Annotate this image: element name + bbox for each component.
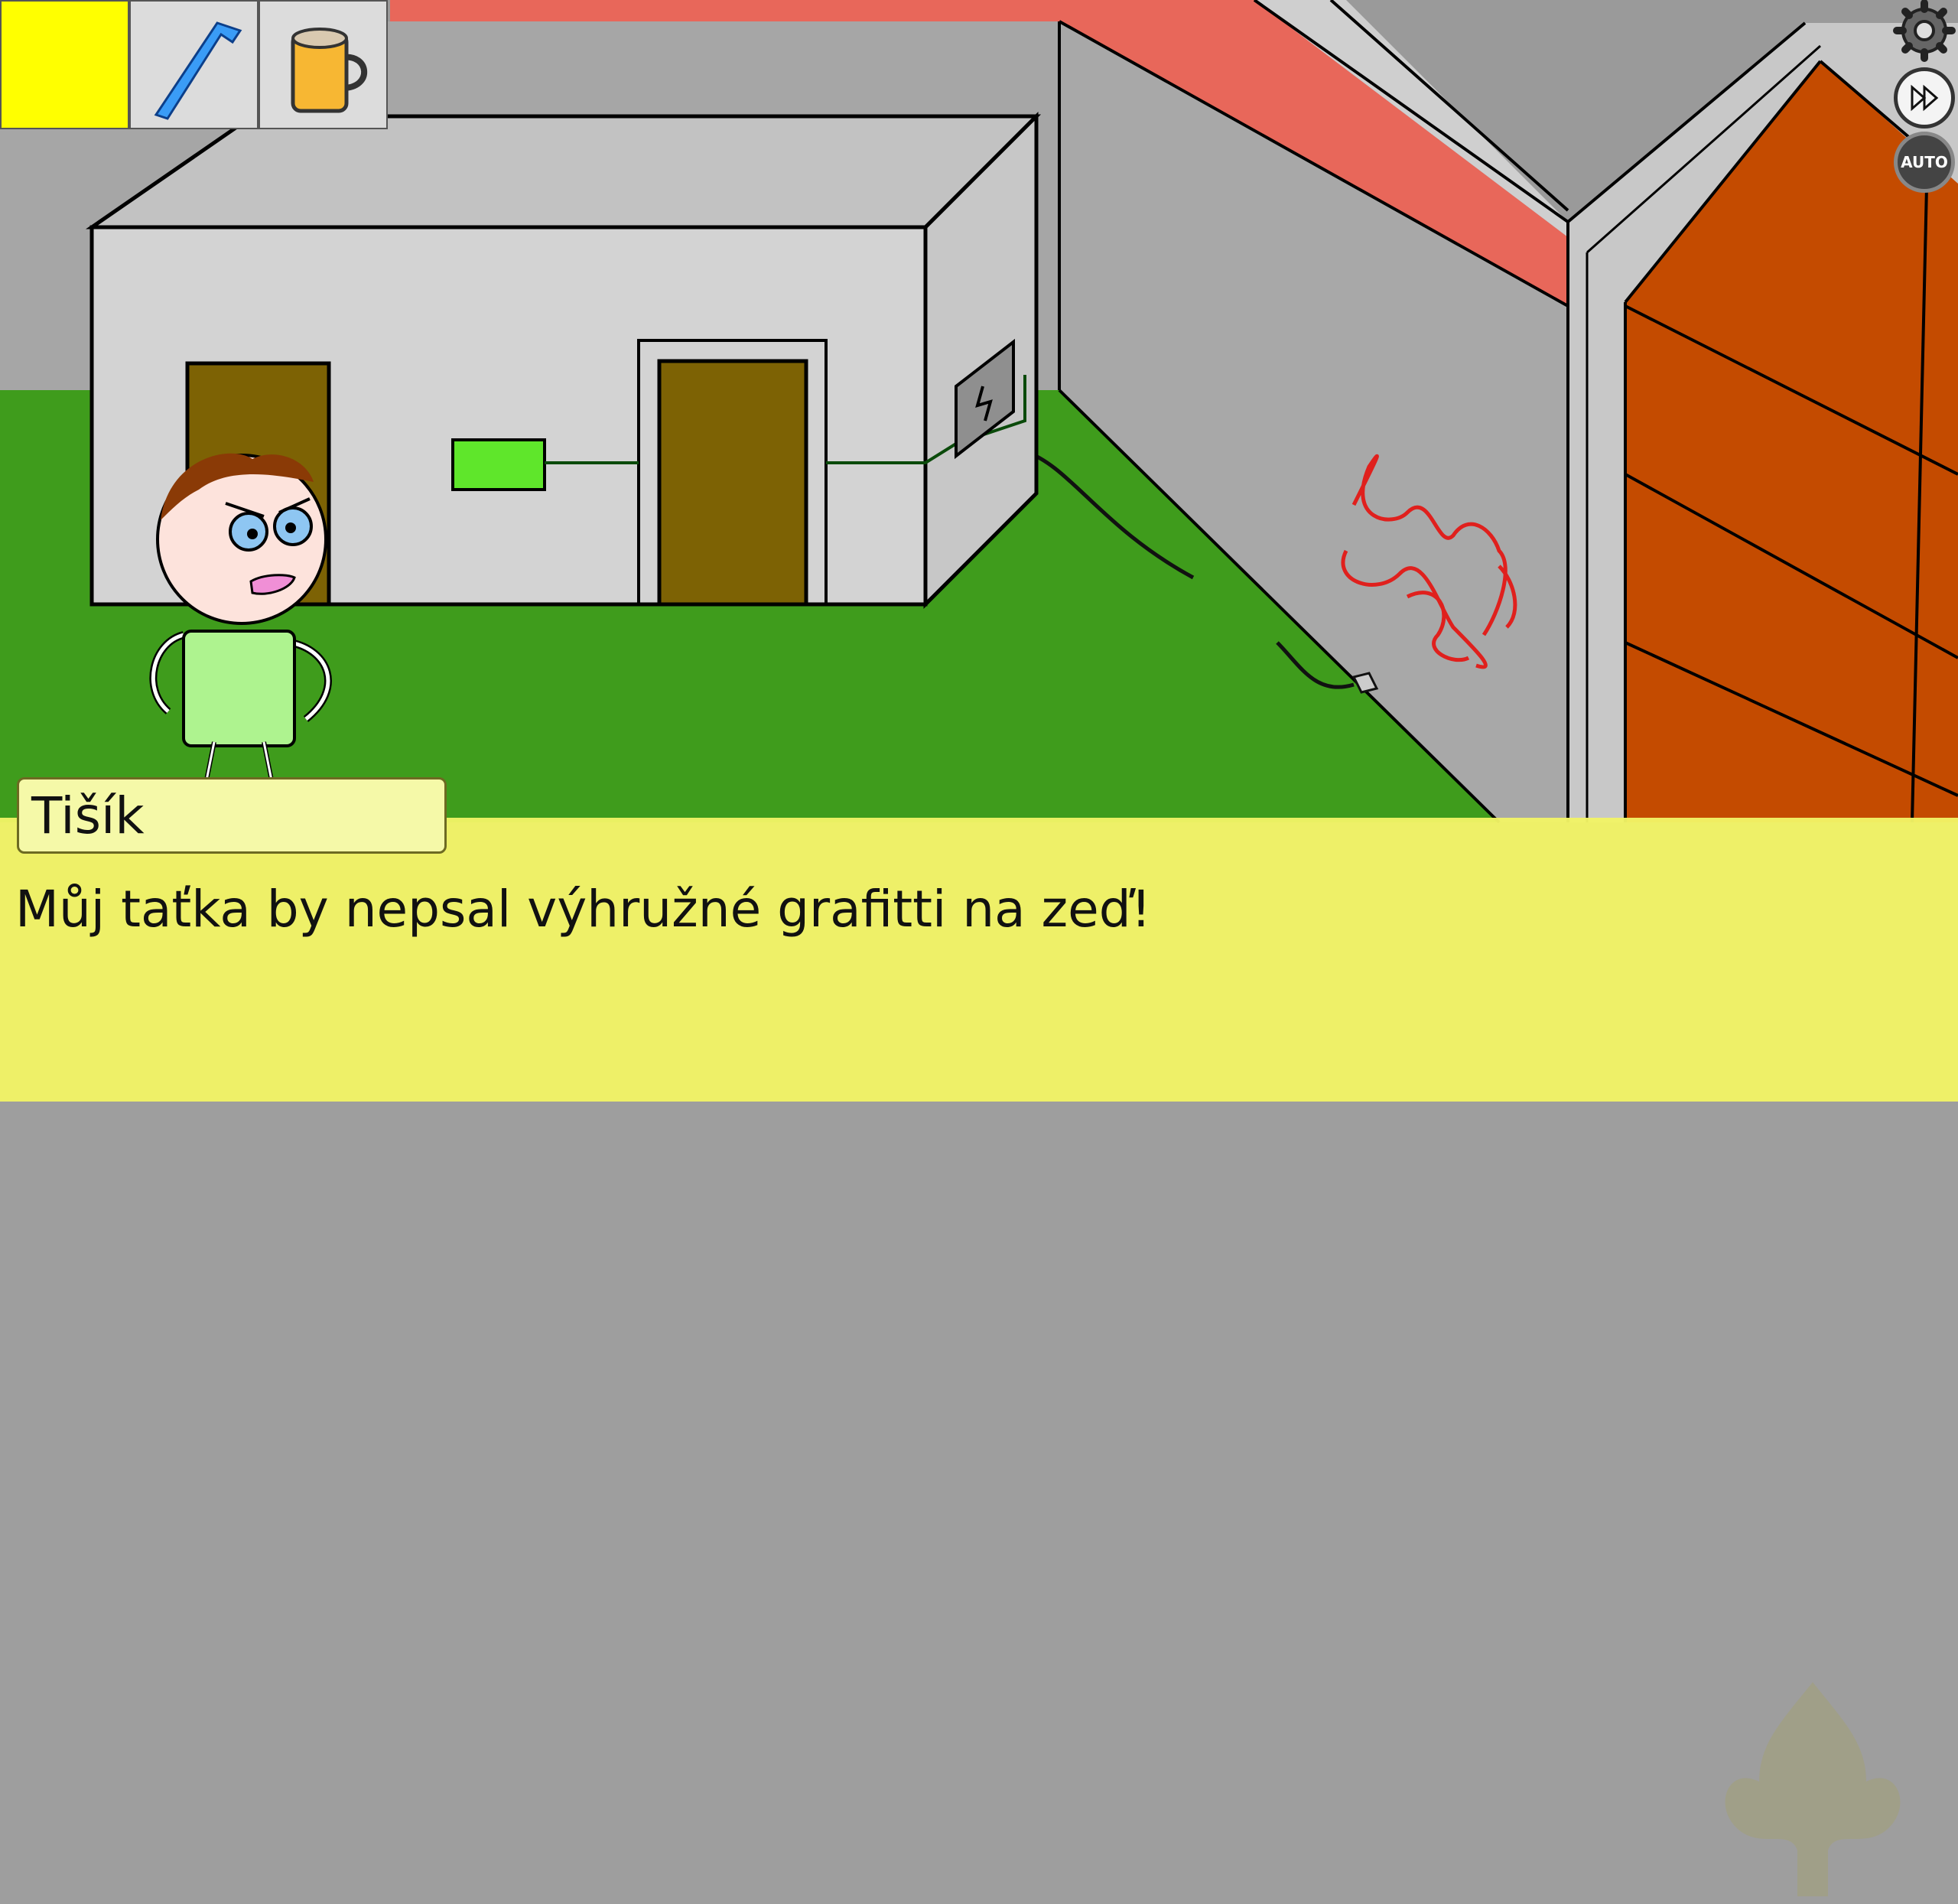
mug-icon xyxy=(291,27,367,112)
inventory-slot-empty[interactable] xyxy=(0,0,129,129)
green-panel[interactable] xyxy=(451,438,546,491)
auto-button[interactable]: AUTO xyxy=(1894,132,1955,193)
gear-icon[interactable] xyxy=(1886,0,1956,66)
speaker-name: Tišík xyxy=(17,777,447,854)
inventory-slot-hex-key[interactable] xyxy=(129,0,259,129)
inventory-slot-mug[interactable] xyxy=(259,0,388,129)
dialog-box[interactable] xyxy=(0,818,1958,1896)
inventory-bar xyxy=(0,0,388,129)
hex-key-icon xyxy=(154,21,242,120)
fast-forward-icon xyxy=(1911,84,1939,112)
dialog-text: Můj taťka by nepsal výhružné grafitti na… xyxy=(15,880,1152,939)
scout-emblem-icon xyxy=(1725,1682,1901,1896)
middle-door[interactable] xyxy=(657,359,808,607)
skip-button[interactable] xyxy=(1894,67,1955,129)
